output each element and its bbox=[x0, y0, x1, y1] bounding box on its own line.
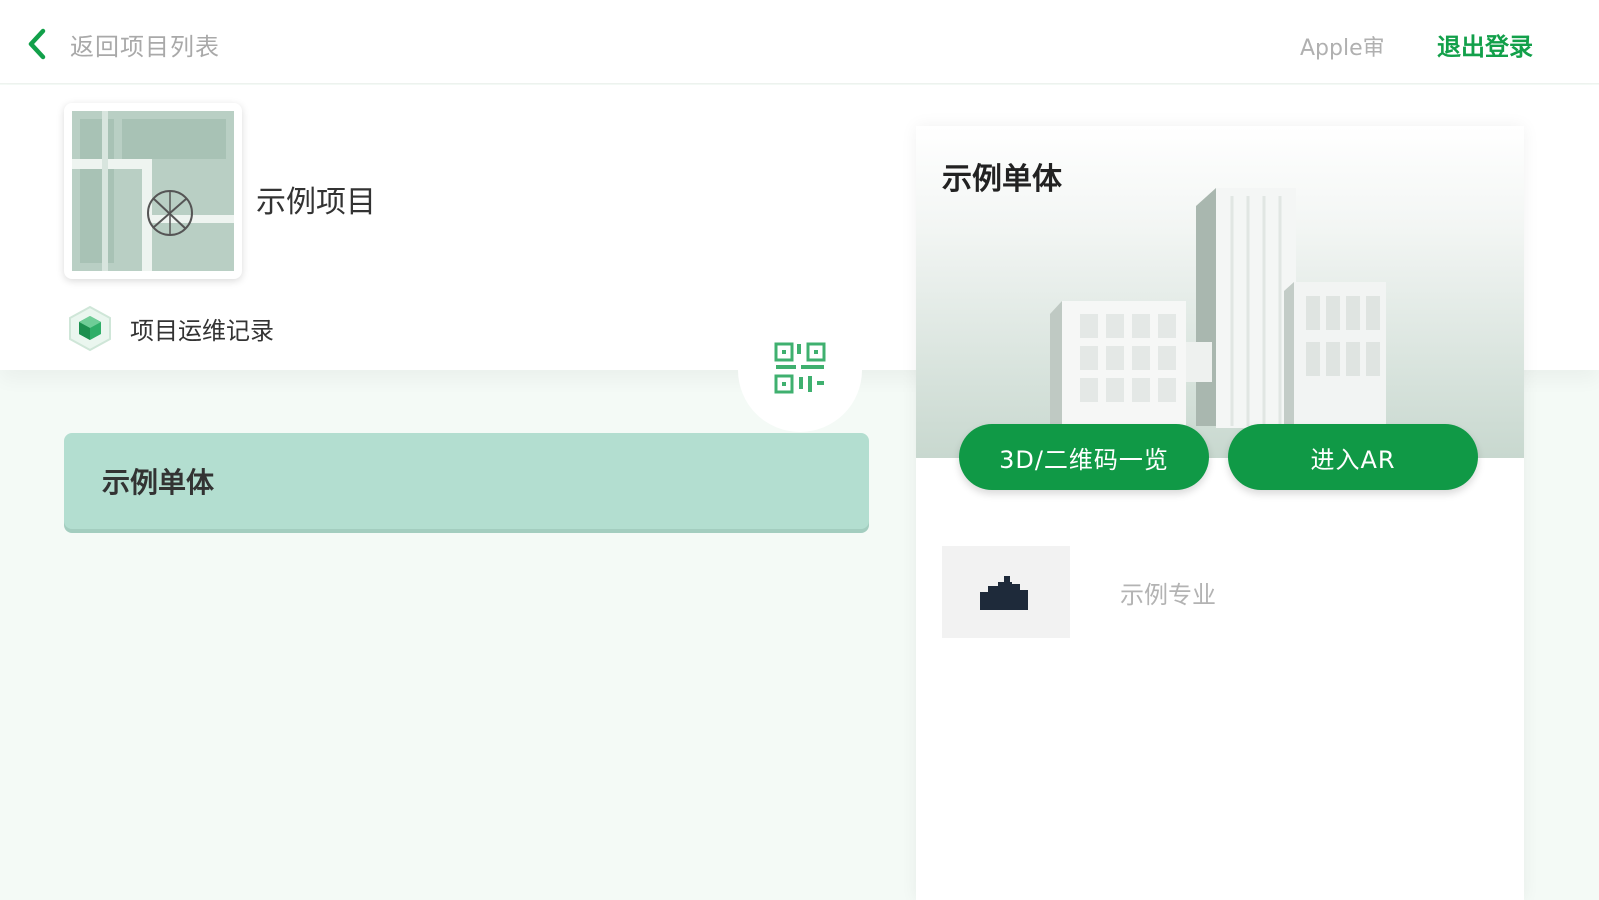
discipline-item[interactable]: 示例专业 bbox=[942, 546, 1482, 638]
logout-button[interactable]: 退出登录 bbox=[1437, 27, 1533, 62]
qr-code-icon bbox=[773, 341, 827, 399]
ops-records-link[interactable]: 项目运维记录 bbox=[66, 303, 274, 353]
discipline-thumbnail bbox=[942, 546, 1070, 638]
qr-overview-button[interactable]: 3D/二维码一览 bbox=[959, 424, 1209, 490]
building-detail-panel: 示例单体 3D/二维码一览 进入AR 示例专业 bbox=[916, 126, 1524, 900]
project-name: 示例项目 bbox=[256, 185, 376, 220]
enter-ar-button[interactable]: 进入AR bbox=[1228, 424, 1478, 490]
qr-scan-button[interactable] bbox=[738, 308, 862, 432]
building-label: 示例单体 bbox=[102, 466, 215, 499]
project-thumbnail bbox=[64, 103, 242, 279]
ops-records-label: 项目运维记录 bbox=[130, 316, 274, 345]
cube-icon bbox=[66, 304, 114, 352]
top-bar: 返回项目列表 Apple审 退出登录 bbox=[0, 0, 1599, 84]
discipline-label: 示例专业 bbox=[1120, 580, 1216, 609]
building-list-item[interactable]: 示例单体 bbox=[64, 433, 869, 529]
back-label: 返回项目列表 bbox=[70, 32, 220, 61]
user-name: Apple审 bbox=[1300, 36, 1385, 61]
building-hero-image: 示例单体 bbox=[916, 126, 1524, 458]
chevron-left-icon bbox=[26, 27, 48, 61]
panel-title: 示例单体 bbox=[942, 162, 1062, 197]
back-to-project-list-button[interactable]: 返回项目列表 bbox=[26, 24, 220, 64]
